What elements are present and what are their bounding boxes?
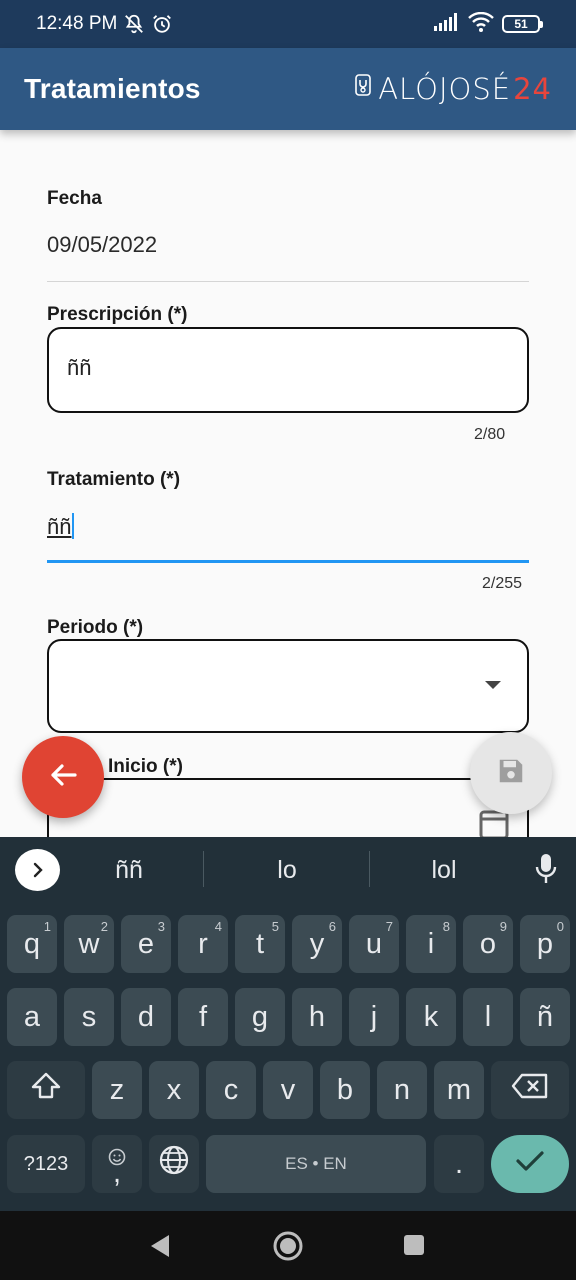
key-j[interactable]: j bbox=[349, 988, 399, 1046]
language-key[interactable] bbox=[149, 1135, 199, 1193]
suggestion-divider bbox=[203, 851, 204, 887]
logo-number: 24 bbox=[513, 72, 552, 106]
notifications-off-icon bbox=[123, 13, 145, 35]
arrow-left-icon bbox=[48, 760, 78, 795]
nav-recents-icon[interactable] bbox=[403, 1234, 425, 1261]
text-cursor bbox=[72, 513, 75, 539]
key-x[interactable]: x bbox=[149, 1061, 199, 1119]
check-icon bbox=[515, 1148, 545, 1181]
suggestion-1[interactable]: ññ bbox=[49, 856, 209, 885]
key-w[interactable]: w2 bbox=[64, 915, 114, 973]
prescripcion-input[interactable]: ññ bbox=[47, 327, 529, 413]
save-icon bbox=[496, 756, 526, 791]
tratamiento-value: ññ bbox=[47, 514, 72, 539]
system-navigation-bar bbox=[0, 1211, 576, 1280]
shift-icon bbox=[30, 1071, 62, 1109]
key-l[interactable]: l bbox=[463, 988, 513, 1046]
key-b[interactable]: b bbox=[320, 1061, 370, 1119]
key-i[interactable]: i8 bbox=[406, 915, 456, 973]
key-n-tilde[interactable]: ñ bbox=[520, 988, 570, 1046]
logo-text: ALÓJOSÉ bbox=[378, 72, 512, 106]
dropdown-arrow-icon bbox=[485, 681, 501, 689]
prescripcion-value: ññ bbox=[67, 355, 92, 380]
emoji-icon bbox=[108, 1141, 126, 1174]
alarm-icon bbox=[151, 13, 173, 35]
suggestion-2[interactable]: lo bbox=[207, 856, 367, 885]
key-h[interactable]: h bbox=[292, 988, 342, 1046]
backspace-icon bbox=[511, 1072, 549, 1108]
suggestion-3[interactable]: lol bbox=[364, 856, 524, 885]
fecha-underline bbox=[47, 281, 529, 282]
periodo-dropdown[interactable] bbox=[47, 639, 529, 733]
signal-icon bbox=[434, 12, 460, 36]
wifi-icon bbox=[468, 11, 494, 37]
enter-key[interactable] bbox=[491, 1135, 569, 1193]
page-title: Tratamientos bbox=[24, 73, 201, 104]
nav-back-icon[interactable] bbox=[148, 1233, 172, 1264]
key-c[interactable]: c bbox=[206, 1061, 256, 1119]
app-logo: ALÓJOSÉ 24 bbox=[354, 72, 552, 107]
key-k[interactable]: k bbox=[406, 988, 456, 1046]
fecha-field[interactable]: 09/05/2022 bbox=[47, 232, 157, 258]
app-bar: Tratamientos ALÓJOSÉ 24 bbox=[0, 48, 576, 130]
key-v[interactable]: v bbox=[263, 1061, 313, 1119]
prescripcion-counter: 2/80 bbox=[474, 426, 506, 443]
symbols-key[interactable]: ?123 bbox=[7, 1135, 85, 1193]
microphone-icon[interactable] bbox=[534, 853, 558, 890]
stethoscope-icon bbox=[354, 72, 376, 107]
status-time: 12:48 PM bbox=[36, 13, 118, 34]
key-d[interactable]: d bbox=[121, 988, 171, 1046]
tratamiento-label: Tratamiento (*) bbox=[47, 469, 181, 490]
key-z[interactable]: z bbox=[92, 1061, 142, 1119]
soft-keyboard: ññ lo lol q1 w2 e3 r4 t5 y6 u7 i8 o9 p0 … bbox=[0, 837, 576, 1211]
key-g[interactable]: g bbox=[235, 988, 285, 1046]
key-t[interactable]: t5 bbox=[235, 915, 285, 973]
key-n[interactable]: n bbox=[377, 1061, 427, 1119]
globe-icon bbox=[158, 1144, 190, 1184]
prescripcion-label: Prescripción (*) bbox=[47, 304, 188, 325]
suggestion-bar: ññ lo lol bbox=[0, 837, 576, 903]
key-m[interactable]: m bbox=[434, 1061, 484, 1119]
period-key[interactable]: . bbox=[434, 1135, 484, 1193]
key-e[interactable]: e3 bbox=[121, 915, 171, 973]
backspace-key[interactable] bbox=[491, 1061, 569, 1119]
key-f[interactable]: f bbox=[178, 988, 228, 1046]
key-a[interactable]: a bbox=[7, 988, 57, 1046]
periodo-label: Periodo (*) bbox=[47, 617, 144, 638]
shift-key[interactable] bbox=[7, 1061, 85, 1119]
battery-indicator: 51 bbox=[502, 15, 543, 33]
save-button[interactable] bbox=[470, 732, 552, 814]
key-s[interactable]: s bbox=[64, 988, 114, 1046]
key-y[interactable]: y6 bbox=[292, 915, 342, 973]
key-q[interactable]: q1 bbox=[7, 915, 57, 973]
tratamiento-underline bbox=[47, 560, 529, 563]
nav-home-icon[interactable] bbox=[272, 1230, 304, 1267]
key-r[interactable]: r4 bbox=[178, 915, 228, 973]
status-bar: 12:48 PM 51 bbox=[0, 0, 576, 48]
key-o[interactable]: o9 bbox=[463, 915, 513, 973]
inicio-label: Inicio (*) bbox=[108, 756, 183, 777]
emoji-comma-key[interactable]: , bbox=[92, 1135, 142, 1193]
key-p[interactable]: p0 bbox=[520, 915, 570, 973]
fecha-label: Fecha bbox=[47, 188, 102, 209]
space-bar[interactable]: ES • EN bbox=[206, 1135, 426, 1193]
back-button[interactable] bbox=[22, 736, 104, 818]
tratamiento-counter: 2/255 bbox=[482, 575, 523, 592]
key-u[interactable]: u7 bbox=[349, 915, 399, 973]
tratamiento-input[interactable]: ññ bbox=[47, 513, 75, 540]
